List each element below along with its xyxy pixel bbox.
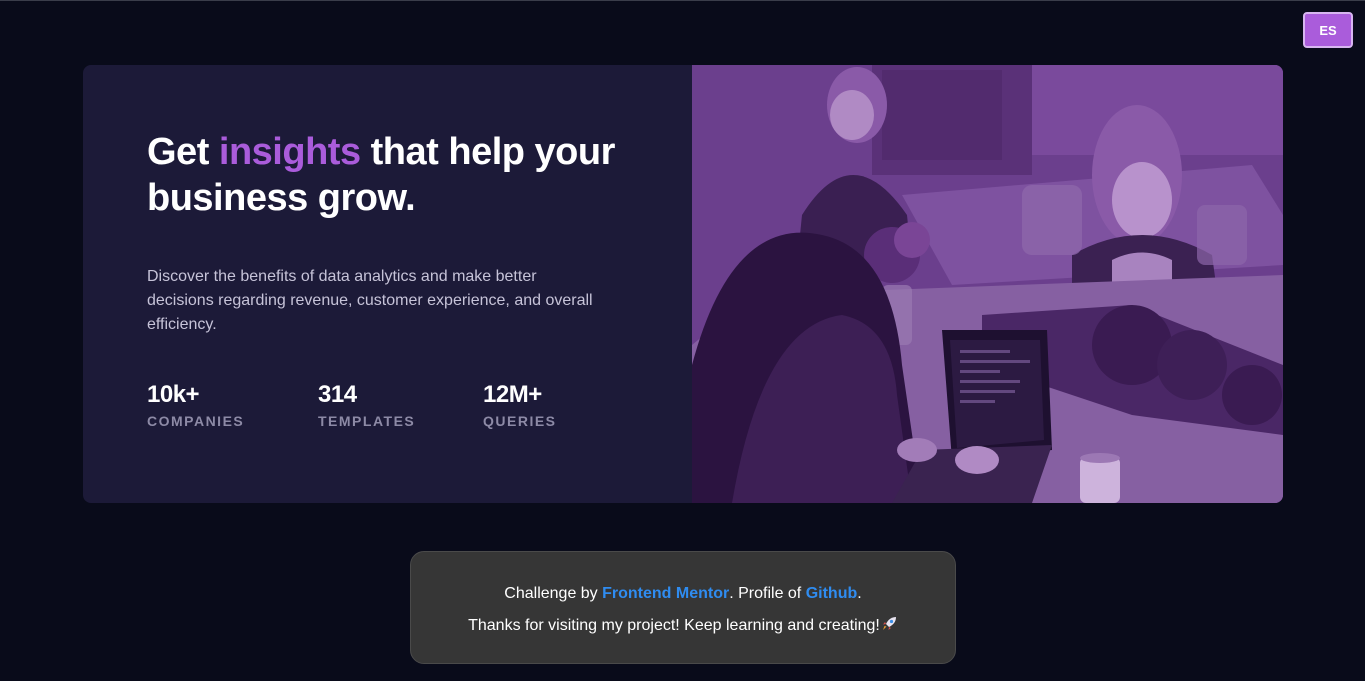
top-border: [0, 0, 1365, 1]
attribution-suffix: .: [857, 585, 862, 602]
attribution-box: Challenge by Frontend Mentor. Profile of…: [410, 551, 956, 664]
thanks-line: Thanks for visiting my project! Keep lea…: [411, 615, 955, 638]
rocket-icon: [881, 615, 898, 638]
stat-queries: 12M+ QUERIES: [483, 380, 557, 429]
github-link[interactable]: Github: [806, 585, 858, 602]
stats-preview-card: Get insights that help your business gro…: [83, 65, 1283, 503]
headline-start: Get: [147, 131, 219, 173]
card-text-content: Get insights that help your business gro…: [147, 65, 647, 503]
stats-row: 10k+ COMPANIES 314 TEMPLATES 12M+ QUERIE…: [147, 380, 647, 440]
headline-accent: insights: [218, 131, 361, 173]
stat-value: 12M+: [483, 381, 542, 408]
stat-value: 10k+: [147, 381, 200, 408]
headline: Get insights that help your business gro…: [147, 129, 627, 221]
stat-templates: 314 TEMPLATES: [318, 380, 415, 429]
team-photo-image: [692, 65, 1283, 503]
language-toggle-button[interactable]: ES: [1303, 12, 1353, 48]
attribution-line: Challenge by Frontend Mentor. Profile of…: [411, 584, 955, 604]
thanks-text: Thanks for visiting my project! Keep lea…: [468, 617, 880, 634]
attribution-prefix: Challenge by: [504, 585, 603, 602]
stat-companies: 10k+ COMPANIES: [147, 380, 244, 429]
description: Discover the benefits of data analytics …: [147, 268, 593, 333]
attribution-middle: . Profile of: [729, 585, 806, 602]
stat-label: COMPANIES: [147, 413, 245, 429]
stat-label: TEMPLATES: [318, 413, 416, 429]
frontend-mentor-link[interactable]: Frontend Mentor: [602, 585, 729, 602]
stat-label: QUERIES: [483, 413, 557, 429]
stat-value: 314: [318, 381, 357, 408]
